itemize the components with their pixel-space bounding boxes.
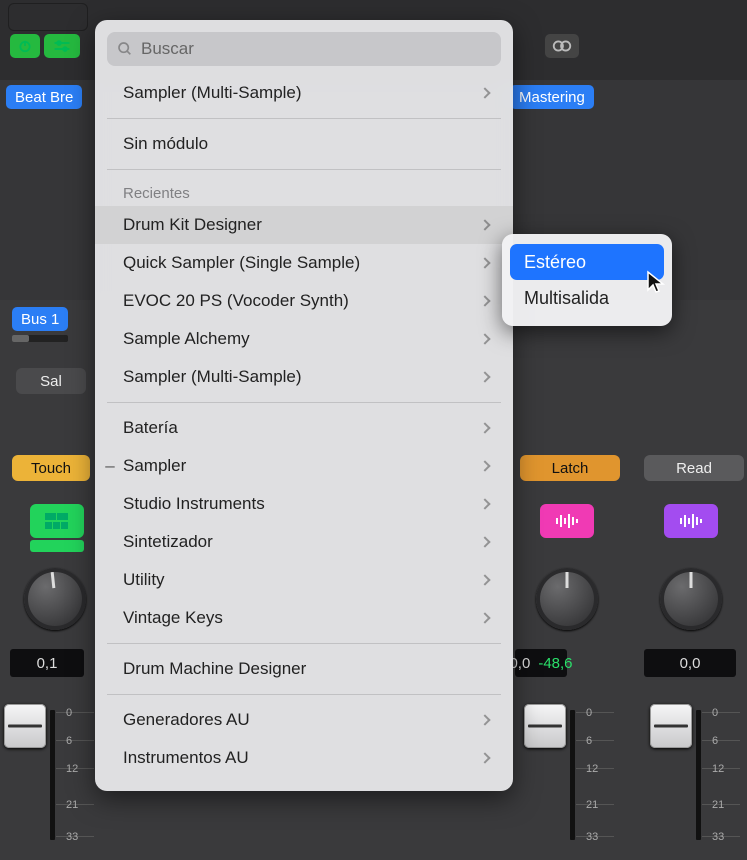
menu-item-vintage-keys[interactable]: Vintage Keys (95, 599, 513, 637)
gain-readout: -48,6 (538, 655, 572, 672)
fader-scale: 0 6 12 21 33 (576, 706, 614, 846)
menu-item-sampler-multi[interactable]: Sampler (Multi-Sample) (95, 74, 513, 112)
search-input[interactable] (141, 39, 491, 59)
menu-item-drum-kit-designer[interactable]: Drum Kit Designer (95, 206, 513, 244)
midi-fx-slot-1[interactable] (30, 504, 84, 538)
volume-fader[interactable]: 0 6 12 21 33 (510, 700, 620, 860)
fader-cap[interactable] (524, 704, 566, 748)
menu-separator (107, 643, 501, 644)
menu-item-sample-alchemy[interactable]: Sample Alchemy (95, 320, 513, 358)
chevron-right-icon (479, 219, 490, 230)
insert-slot[interactable] (8, 3, 88, 31)
automation-mode-touch[interactable]: Touch (12, 455, 90, 481)
stereo-icon[interactable] (545, 34, 579, 58)
menu-item-sampler-multi-recent[interactable]: Sampler (Multi-Sample) (95, 358, 513, 396)
chevron-right-icon (479, 371, 490, 382)
menu-separator (107, 118, 501, 119)
search-icon (117, 41, 133, 57)
fader-scale: 0 6 12 21 33 (56, 706, 94, 846)
midi-fx-slot-3[interactable] (664, 504, 718, 538)
instrument-picker-menu: Sampler (Multi-Sample) Sin módulo Recien… (95, 20, 513, 791)
menu-item-bateria[interactable]: Batería (95, 409, 513, 447)
menu-separator (107, 694, 501, 695)
chevron-right-icon (479, 498, 490, 509)
plugin-chip-beat[interactable]: Beat Bre (6, 85, 82, 109)
menu-item-au-instruments[interactable]: Instrumentos AU (95, 739, 513, 777)
pan-knob[interactable] (660, 568, 722, 630)
chip-label: Mastering (519, 89, 585, 106)
output-label: Sal (40, 373, 62, 390)
send-bus-chip[interactable]: Bus 1 (12, 307, 68, 331)
settings-sliders-button[interactable] (44, 34, 80, 58)
fader-cap[interactable] (4, 704, 46, 748)
chevron-right-icon (479, 87, 490, 98)
menu-item-studio-instr[interactable]: Studio Instruments (95, 485, 513, 523)
volume-fader[interactable]: 0 6 12 21 33 (636, 700, 746, 860)
menu-section-recents: Recientes (95, 176, 513, 206)
menu-item-drum-machine-designer[interactable]: Drum Machine Designer (95, 650, 513, 688)
keyboard-icon (30, 540, 84, 552)
pan-readout[interactable]: 0,0 (644, 649, 736, 677)
pan-knob[interactable] (536, 568, 598, 630)
chevron-right-icon (479, 460, 490, 471)
mouse-cursor-icon (646, 270, 666, 294)
automation-mode-read[interactable]: Read (644, 455, 744, 481)
pan-readout[interactable]: 0,1 (10, 649, 84, 677)
bars-icon (44, 512, 70, 530)
menu-separator (107, 402, 501, 403)
chevron-right-icon (479, 257, 490, 268)
chevron-right-icon (479, 714, 490, 725)
waveform-icon (554, 512, 580, 530)
plugin-chip-mastering[interactable]: Mastering (510, 85, 594, 109)
chip-label: Beat Bre (15, 89, 73, 106)
chevron-right-icon (479, 536, 490, 547)
menu-item-sampler-cat[interactable]: – Sampler (95, 447, 513, 485)
waveform-icon (678, 512, 704, 530)
send-level-meter[interactable] (12, 335, 68, 342)
volume-fader[interactable]: 0 6 12 21 33 (0, 700, 100, 860)
midi-fx-slot-2[interactable] (540, 504, 594, 538)
chevron-right-icon (479, 612, 490, 623)
menu-item-utility[interactable]: Utility (95, 561, 513, 599)
level-meter (570, 710, 575, 840)
chevron-right-icon (479, 295, 490, 306)
menu-item-quick-sampler[interactable]: Quick Sampler (Single Sample) (95, 244, 513, 282)
chip-label: Bus 1 (21, 311, 59, 328)
chevron-right-icon (479, 574, 490, 585)
level-meter (696, 710, 701, 840)
pan-readout[interactable]: 0,0-48,6 (515, 649, 567, 677)
power-button[interactable] (10, 34, 40, 58)
submenu-item-multisalida[interactable]: Multisalida (510, 280, 664, 316)
menu-item-au-generators[interactable]: Generadores AU (95, 701, 513, 739)
chevron-right-icon (479, 752, 490, 763)
automation-mode-latch[interactable]: Latch (520, 455, 620, 481)
search-field[interactable] (107, 32, 501, 66)
menu-separator (107, 169, 501, 170)
menu-item-no-module[interactable]: Sin módulo (95, 125, 513, 163)
fader-scale: 0 6 12 21 33 (702, 706, 740, 846)
output-button[interactable]: Sal (16, 368, 86, 394)
submenu-item-stereo[interactable]: Estéreo (510, 244, 664, 280)
menu-item-evoc[interactable]: EVOC 20 PS (Vocoder Synth) (95, 282, 513, 320)
chevron-right-icon (479, 422, 490, 433)
expanded-dash-icon: – (103, 456, 117, 476)
chevron-right-icon (479, 333, 490, 344)
menu-item-sintetizador[interactable]: Sintetizador (95, 523, 513, 561)
pan-knob[interactable] (24, 568, 86, 630)
fader-cap[interactable] (650, 704, 692, 748)
level-meter (50, 710, 55, 840)
